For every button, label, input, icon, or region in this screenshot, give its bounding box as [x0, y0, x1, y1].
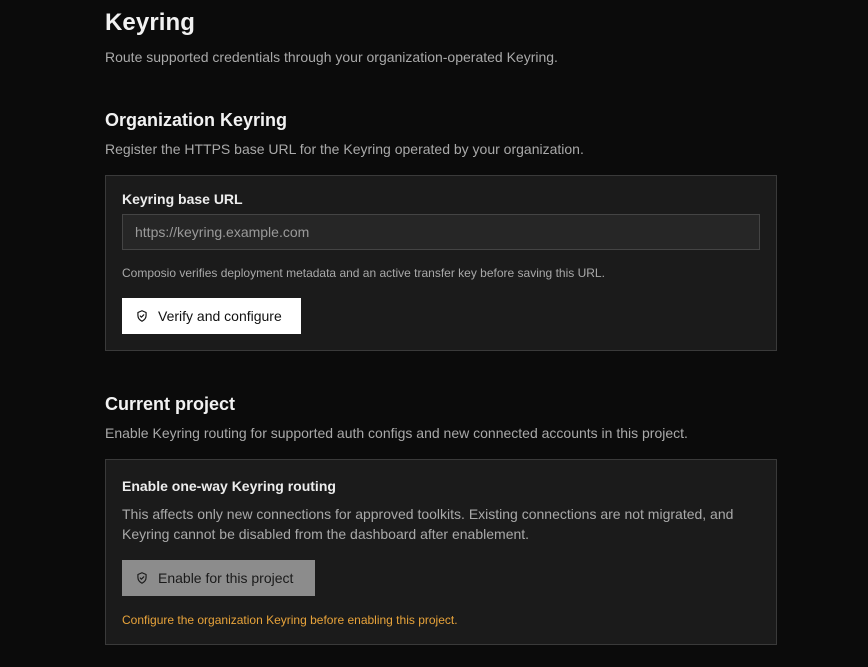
keyring-settings-page: Keyring Route supported credentials thro… [0, 0, 868, 667]
keyring-url-input[interactable] [122, 214, 760, 250]
org-keyring-section-description: Register the HTTPS base URL for the Keyr… [105, 141, 584, 157]
verify-and-configure-button[interactable]: Verify and configure [122, 298, 301, 334]
current-project-section-description: Enable Keyring routing for supported aut… [105, 425, 688, 441]
enable-for-project-button[interactable]: Enable for this project [122, 560, 315, 596]
verify-and-configure-label: Verify and configure [158, 308, 282, 324]
keyring-routing-warning: This affects only new connections for ap… [122, 506, 734, 542]
keyring-routing-card: Enable one-way Keyring routing This affe… [105, 459, 777, 645]
keyring-url-label: Keyring base URL [122, 191, 243, 207]
configure-keyring-notice: Configure the organization Keyring befor… [122, 613, 458, 627]
org-keyring-card: Keyring base URL Composio verifies deplo… [105, 175, 777, 351]
shield-check-icon [135, 309, 149, 323]
shield-check-icon [135, 571, 149, 585]
page-title: Keyring [105, 9, 196, 36]
page-subtitle: Route supported credentials through your… [105, 49, 558, 65]
keyring-url-hint: Composio verifies deployment metadata an… [122, 266, 605, 280]
keyring-routing-title: Enable one-way Keyring routing [122, 478, 336, 494]
enable-for-project-label: Enable for this project [158, 570, 294, 586]
current-project-section-title: Current project [105, 394, 236, 414]
org-keyring-section-title: Organization Keyring [105, 110, 288, 130]
